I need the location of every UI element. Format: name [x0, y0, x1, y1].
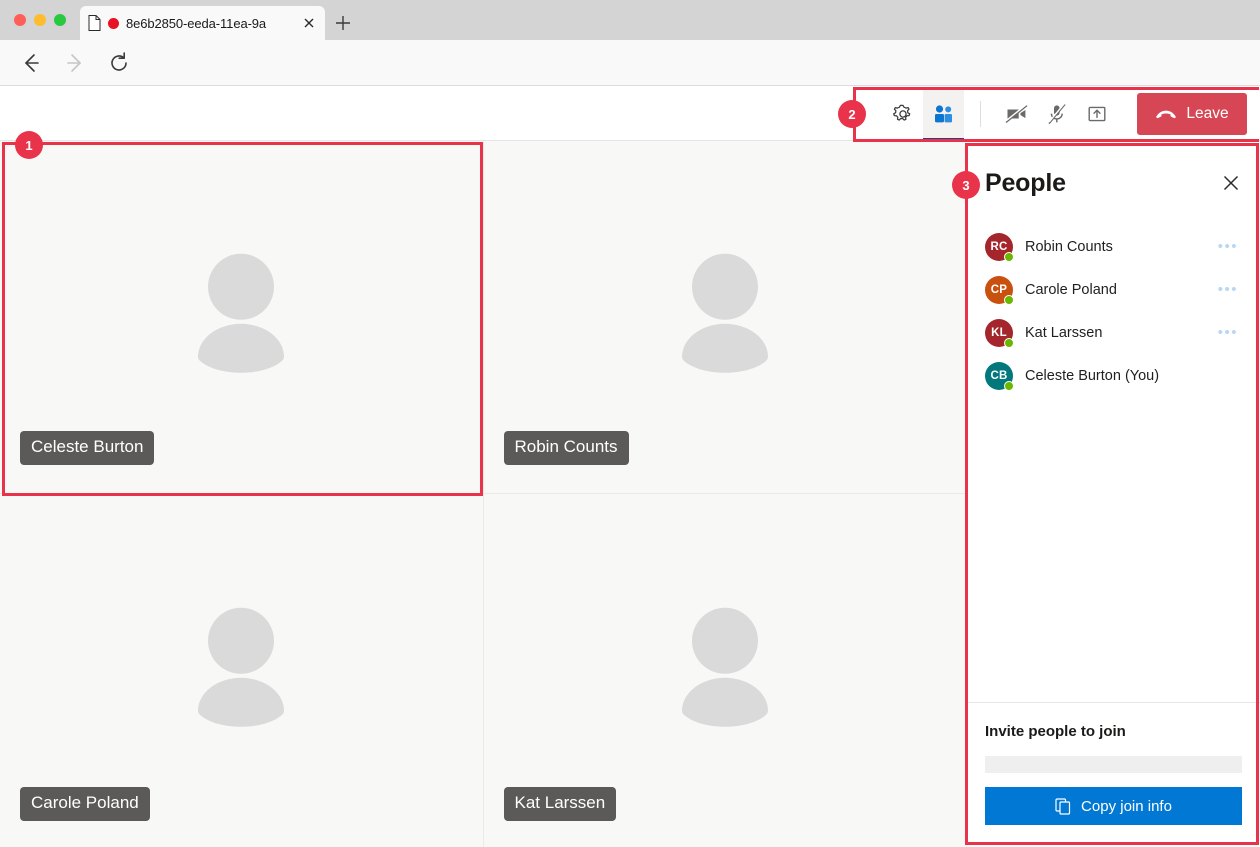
recording-dot-icon — [108, 18, 119, 29]
avatar: RC — [985, 233, 1013, 261]
video-tile[interactable]: Kat Larssen — [484, 494, 968, 847]
presence-available-icon — [1004, 252, 1014, 262]
list-item[interactable]: CP Carole Poland ••• — [981, 268, 1246, 311]
tab-title: 8e6b2850-eeda-11ea-9a — [126, 16, 294, 31]
participant-name: Robin Counts — [1025, 239, 1206, 255]
document-icon — [88, 15, 101, 31]
reload-button[interactable] — [106, 50, 132, 76]
copy-icon — [1055, 798, 1071, 815]
participant-more-button[interactable]: ••• — [1218, 238, 1242, 255]
camera-toggle-button[interactable] — [997, 87, 1037, 141]
presence-available-icon — [1004, 381, 1014, 391]
people-icon — [932, 104, 955, 124]
close-window-button[interactable] — [14, 14, 26, 26]
share-screen-icon — [1087, 104, 1107, 124]
list-item[interactable]: RC Robin Counts ••• — [981, 225, 1246, 268]
leave-label: Leave — [1186, 105, 1228, 123]
avatar: KL — [985, 319, 1013, 347]
presence-available-icon — [1004, 295, 1014, 305]
participant-name: Carole Poland — [1025, 282, 1206, 298]
participant-list: RC Robin Counts ••• CP Carole Poland •••… — [967, 225, 1260, 702]
tile-name-label: Kat Larssen — [504, 787, 617, 821]
toolbar-divider — [980, 101, 981, 127]
hangup-phone-icon — [1155, 108, 1177, 120]
close-icon[interactable] — [301, 15, 317, 31]
participant-name: Kat Larssen — [1025, 325, 1206, 341]
browser-tab[interactable]: 8e6b2850-eeda-11ea-9a — [80, 6, 325, 40]
list-item[interactable]: KL Kat Larssen ••• — [981, 311, 1246, 354]
camera-off-icon — [1005, 104, 1029, 124]
forward-button[interactable] — [62, 50, 88, 76]
invite-input[interactable] — [985, 756, 1242, 773]
video-tile[interactable]: Celeste Burton — [0, 141, 484, 494]
browser-window: 8e6b2850-eeda-11ea-9a — [0, 0, 1260, 847]
people-panel: People RC Robin Counts ••• CP Carole Pol… — [967, 141, 1260, 847]
invite-heading: Invite people to join — [985, 723, 1242, 740]
person-placeholder-icon — [671, 247, 779, 377]
meeting-toolbar: Leave — [0, 87, 1260, 141]
people-panel-title: People — [985, 169, 1220, 198]
presence-available-icon — [1004, 338, 1014, 348]
video-grid: Celeste Burton Robin Counts Carole Polan… — [0, 141, 967, 847]
close-icon[interactable] — [1220, 172, 1242, 194]
person-placeholder-icon — [187, 600, 295, 730]
copy-join-info-label: Copy join info — [1081, 798, 1172, 815]
participant-name: Celeste Burton (You) — [1025, 368, 1242, 384]
maximize-window-button[interactable] — [54, 14, 66, 26]
share-screen-button[interactable] — [1077, 87, 1117, 141]
new-tab-button[interactable] — [332, 12, 354, 34]
avatar: CP — [985, 276, 1013, 304]
meeting-toolbar-actions: Leave — [882, 87, 1247, 141]
video-tile[interactable]: Robin Counts — [484, 141, 968, 494]
avatar: CB — [985, 362, 1013, 390]
people-button[interactable] — [923, 87, 964, 141]
settings-button[interactable] — [882, 87, 923, 141]
people-panel-header: People — [967, 141, 1260, 225]
gear-icon — [892, 103, 914, 125]
window-traffic-lights — [14, 14, 66, 26]
copy-join-info-button[interactable]: Copy join info — [985, 787, 1242, 825]
tile-name-label: Carole Poland — [20, 787, 150, 821]
annotation-badge-1: 1 — [15, 131, 43, 159]
list-item[interactable]: CB Celeste Burton (You) — [981, 354, 1246, 397]
back-button[interactable] — [18, 50, 44, 76]
minimize-window-button[interactable] — [34, 14, 46, 26]
tile-name-label: Celeste Burton — [20, 431, 154, 465]
leave-button[interactable]: Leave — [1137, 93, 1247, 135]
navigation-bar: Guest ? ••• — [0, 40, 1260, 86]
participant-more-button[interactable]: ••• — [1218, 281, 1242, 298]
video-tile[interactable]: Carole Poland — [0, 494, 484, 847]
participant-more-button[interactable]: ••• — [1218, 324, 1242, 341]
annotation-badge-2: 2 — [838, 100, 866, 128]
person-placeholder-icon — [187, 247, 295, 377]
tile-name-label: Robin Counts — [504, 431, 629, 465]
invite-section: Invite people to join Copy join info — [967, 702, 1260, 847]
person-placeholder-icon — [671, 600, 779, 730]
tab-strip: 8e6b2850-eeda-11ea-9a — [0, 0, 1260, 40]
microphone-off-icon — [1047, 103, 1067, 125]
microphone-toggle-button[interactable] — [1037, 87, 1077, 141]
annotation-badge-3: 3 — [952, 171, 980, 199]
